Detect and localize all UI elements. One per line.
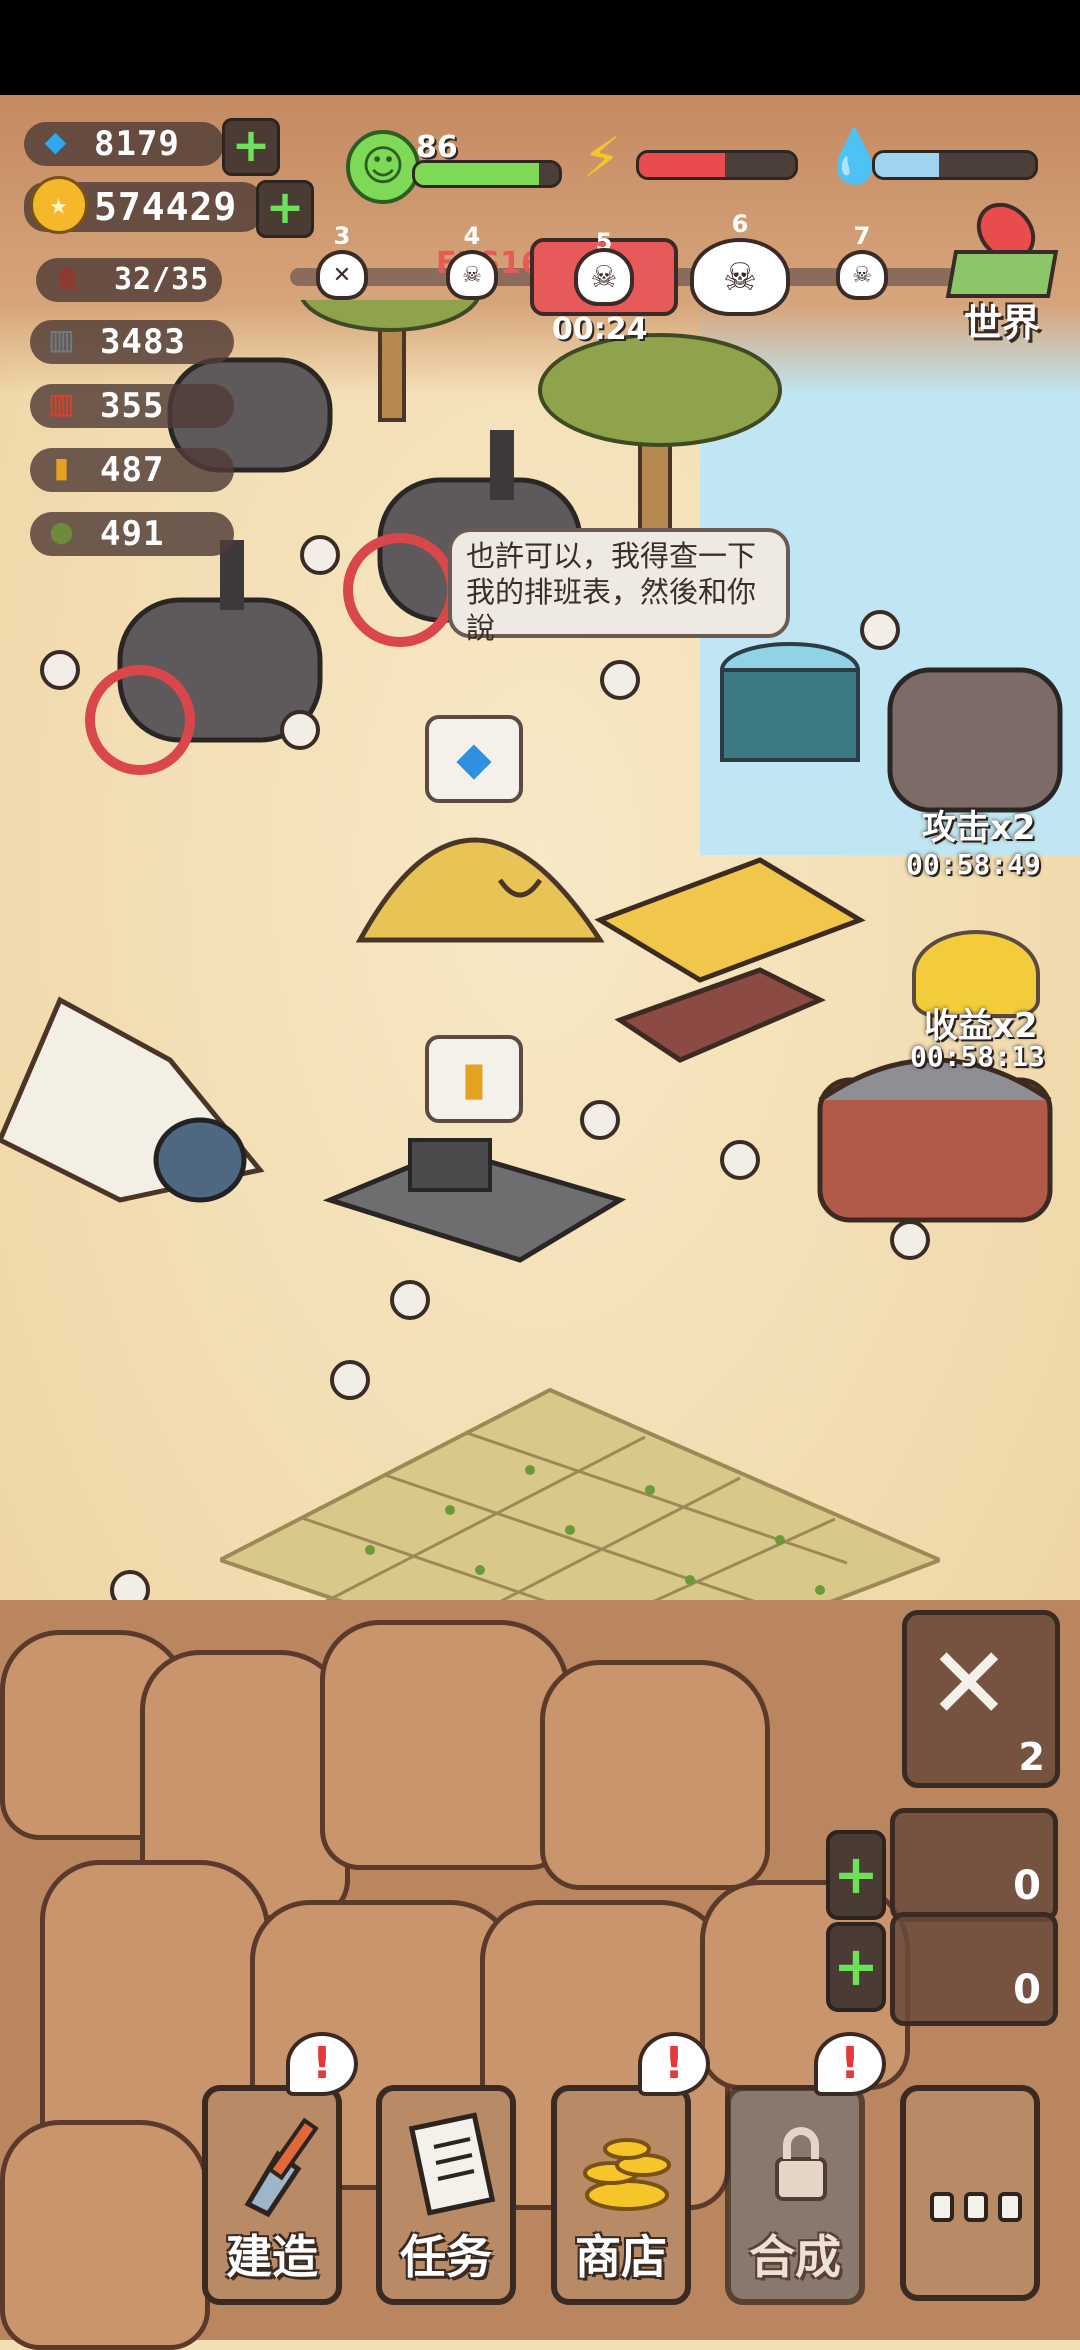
npc-speech-bubble: 也許可以，我得查一下我的排班表，然後和你說 [448, 528, 790, 645]
craft-alert-badge: ! [814, 2032, 886, 2096]
skull-icon: ☠ [836, 250, 888, 300]
wave-node-5-active[interactable]: 5 ☠ [530, 228, 678, 316]
smiley-icon: ☺ [346, 130, 420, 204]
brick-garage [817, 1057, 1053, 1223]
gem-icon[interactable]: ◆ [425, 715, 523, 803]
more-icon [926, 2151, 1026, 2261]
gem-mine-tent [355, 837, 605, 943]
bombs-counter: ● 491 [30, 511, 234, 556]
energy-bar [636, 150, 798, 180]
add-coins-button[interactable]: + [256, 180, 314, 238]
shop-alert-badge: ! [638, 2032, 710, 2096]
happiness-bar [412, 160, 562, 188]
skull-icon: ✕ [316, 250, 368, 300]
shells-counter: ▥ 355 [30, 383, 234, 428]
scroll-icon [402, 2109, 502, 2219]
bullets-counter: ▮ 487 [30, 447, 234, 492]
nav-craft-button[interactable]: 合成 [725, 2085, 865, 2305]
skull-icon: ☠ [446, 250, 498, 300]
nav-tasks-button[interactable]: 任务 [376, 2085, 516, 2305]
gems-counter: ◆ 8179 [24, 121, 224, 166]
robot [153, 1117, 247, 1203]
wave-node-4[interactable]: 4 ☠ [446, 222, 498, 300]
wave-node-6-boss[interactable]: 6 ☠ [690, 210, 790, 316]
shovel-icon [228, 2109, 328, 2219]
item-slot-2[interactable]: 0 [890, 1912, 1058, 2026]
wrench-screwdriver-icon: ✕ [927, 1625, 1011, 1742]
furnace-tank [887, 667, 1063, 813]
build-alert-badge: ! [286, 2032, 358, 2096]
nav-build-button[interactable]: 建造 [202, 2085, 342, 2305]
cowboy-hat-icon: ☗ [57, 259, 79, 297]
map-icon [945, 250, 1059, 298]
coin-icon: ★ [30, 176, 88, 234]
status-bar [0, 0, 1080, 95]
world-map-button[interactable]: 世界 [944, 190, 1059, 345]
wave-node-3[interactable]: 3 ✕ [316, 222, 368, 300]
coins-icon [577, 2109, 677, 2219]
coins-counter: ★ 574429 [24, 176, 264, 234]
ammo-clips-counter: ▥ 3483 [30, 319, 234, 364]
add-slot-1-button[interactable]: + [826, 1830, 886, 1920]
market-stall [594, 857, 866, 1063]
skull-icon: ☠ [574, 248, 634, 306]
shotgun-shell-icon: ▥ [50, 383, 74, 424]
population-counter: ☗ 32/35 [36, 258, 222, 302]
add-slot-2-button[interactable]: + [826, 1922, 886, 2012]
water-tank [720, 642, 860, 762]
boss-skull-icon: ☠ [690, 238, 790, 316]
water-bar [872, 150, 1038, 180]
nav-more-button[interactable] [900, 2085, 1040, 2301]
wave-node-7[interactable]: 7 ☠ [836, 222, 888, 300]
wave-timer: 00:24 [552, 312, 648, 347]
bullet-icon[interactable]: ▮ [425, 1035, 523, 1123]
item-slot-1[interactable]: 0 [890, 1808, 1058, 1922]
ammo-workshop [322, 1138, 627, 1263]
nav-shop-button[interactable]: 商店 [551, 2085, 691, 2305]
bullet-icon: ▮ [50, 447, 74, 488]
lightning-icon: ⚡ [582, 126, 622, 191]
lock-icon [751, 2109, 851, 2219]
repair-tools-button[interactable]: ✕ 2 [902, 1610, 1060, 1788]
add-gems-button[interactable]: + [222, 118, 280, 176]
diamond-icon: ◆ [44, 121, 68, 162]
bomb-icon: ● [50, 511, 74, 552]
ammo-clip-icon: ▥ [50, 319, 74, 360]
